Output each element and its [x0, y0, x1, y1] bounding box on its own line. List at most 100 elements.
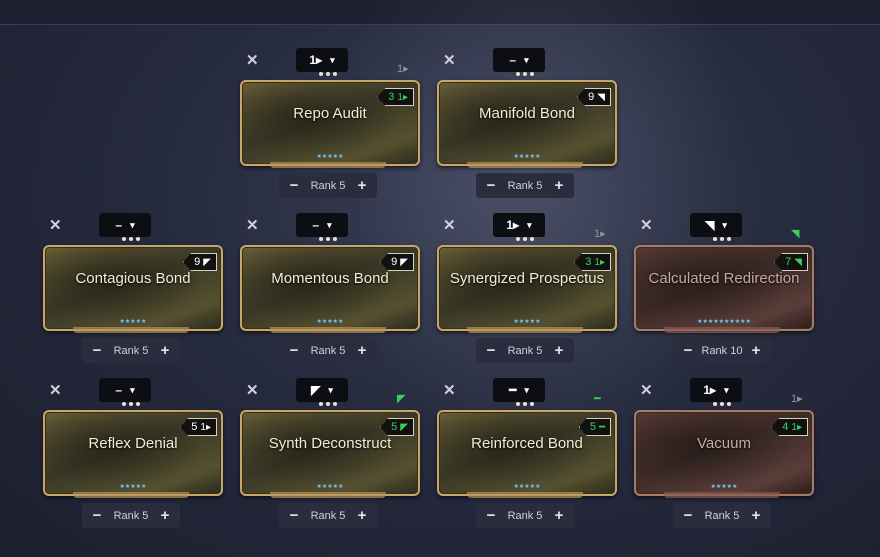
polarity-selector[interactable]: ━ ▾: [493, 378, 545, 402]
mod-card[interactable]: Contagious Bond 9 ◤ ★★★★★: [43, 245, 223, 331]
rank-label: Rank 5: [310, 509, 346, 522]
slot-polarity-icon: 1▸: [397, 63, 409, 75]
polarity-selector[interactable]: 1▸ ▾: [493, 213, 545, 237]
rank-down-button[interactable]: −: [287, 507, 301, 524]
chevron-down-icon: ▾: [328, 384, 333, 395]
card-base: [73, 492, 189, 498]
mod-slot: ✕ – ▾ Reflex Denial 5 1▸ ★★★★★ − Rank 5 …: [43, 378, 223, 528]
rank-control: − Rank 5 +: [82, 338, 180, 363]
rank-down-button[interactable]: −: [484, 507, 498, 524]
drain-value: 3: [388, 91, 395, 103]
mod-card[interactable]: Repo Audit 3 1▸ ★★★★★: [240, 80, 420, 166]
mod-card[interactable]: Reflex Denial 5 1▸ ★★★★★: [43, 410, 223, 496]
drain-polarity-icon: ◥: [794, 256, 802, 268]
polarity-selector[interactable]: – ▾: [296, 213, 348, 237]
rank-stars: ★★★★★: [316, 319, 344, 325]
rank-up-button[interactable]: +: [552, 342, 566, 359]
polarity-icon: ◥: [705, 218, 715, 232]
rank-down-button[interactable]: −: [484, 342, 498, 359]
rank-label: Rank 5: [113, 344, 149, 357]
rank-up-button[interactable]: +: [552, 507, 566, 524]
chevron-down-icon: ▾: [130, 219, 135, 230]
rank-control: − Rank 5 +: [279, 503, 377, 528]
rank-control: − Rank 5 +: [279, 338, 377, 363]
rank-up-button[interactable]: +: [158, 507, 172, 524]
card-base: [73, 327, 189, 333]
remove-mod-button[interactable]: ✕: [49, 383, 62, 398]
remove-mod-button[interactable]: ✕: [443, 383, 456, 398]
rank-label: Rank 10: [701, 344, 743, 357]
slot-dots: [316, 72, 340, 78]
remove-mod-button[interactable]: ✕: [640, 218, 653, 233]
remove-mod-button[interactable]: ✕: [246, 383, 259, 398]
card-base: [270, 327, 386, 333]
rank-up-button[interactable]: +: [355, 507, 369, 524]
rank-control: − Rank 5 +: [476, 338, 574, 363]
remove-mod-button[interactable]: ✕: [49, 218, 62, 233]
slot-dots: [119, 402, 143, 408]
slot-polarity-icon: 1▸: [791, 393, 803, 405]
remove-mod-button[interactable]: ✕: [443, 218, 456, 233]
mod-card[interactable]: Manifold Bond 9 ◥ ★★★★★: [437, 80, 617, 166]
rank-stars: ★★★★★: [513, 154, 541, 160]
polarity-icon: 1▸: [309, 53, 323, 67]
mod-slot: ✕ 1▸ ▾ 1▸ Synergized Prospectus 3 1▸ ★★★…: [437, 213, 617, 363]
polarity-selector[interactable]: – ▾: [493, 48, 545, 72]
rank-down-button[interactable]: −: [681, 342, 695, 359]
rank-down-button[interactable]: −: [287, 177, 301, 194]
rank-stars: ★★★★★: [710, 484, 738, 490]
rank-control: − Rank 10 +: [673, 338, 771, 363]
polarity-selector[interactable]: 1▸ ▾: [690, 378, 742, 402]
mod-card[interactable]: Vacuum 4 1▸ ★★★★★: [634, 410, 814, 496]
mod-slot: ✕ ◥ ▾ ◥ Calculated Redirection 7 ◥ ★★★★★…: [634, 213, 814, 363]
drain-polarity-icon: ◥: [597, 91, 605, 103]
remove-mod-button[interactable]: ✕: [246, 53, 259, 68]
mod-card[interactable]: Synergized Prospectus 3 1▸ ★★★★★: [437, 245, 617, 331]
rank-down-button[interactable]: −: [681, 507, 695, 524]
rank-label: Rank 5: [507, 509, 543, 522]
drain-value: 5: [589, 421, 596, 433]
polarity-icon: –: [312, 218, 320, 232]
drain-value: 3: [585, 256, 592, 268]
remove-mod-button[interactable]: ✕: [443, 53, 456, 68]
polarity-selector[interactable]: 1▸ ▾: [296, 48, 348, 72]
rank-label: Rank 5: [310, 344, 346, 357]
remove-mod-button[interactable]: ✕: [246, 218, 259, 233]
chevron-down-icon: ▾: [524, 384, 529, 395]
slot-dots: [513, 402, 537, 408]
mod-card[interactable]: Calculated Redirection 7 ◥ ★★★★★★★★★★: [634, 245, 814, 331]
rank-label: Rank 5: [113, 509, 149, 522]
rank-up-button[interactable]: +: [749, 507, 763, 524]
card-base: [467, 492, 583, 498]
polarity-selector[interactable]: ◥ ▾: [690, 213, 742, 237]
polarity-icon: 1▸: [506, 218, 520, 232]
slot-dots: [316, 402, 340, 408]
card-base: [270, 492, 386, 498]
rank-down-button[interactable]: −: [90, 507, 104, 524]
rank-control: − Rank 5 +: [279, 173, 377, 198]
polarity-icon: 1▸: [703, 383, 717, 397]
card-base: [270, 162, 386, 168]
chevron-down-icon: ▾: [130, 384, 135, 395]
polarity-selector[interactable]: ◤ ▾: [296, 378, 348, 402]
slot-polarity-icon: ◥: [791, 228, 800, 240]
rank-up-button[interactable]: +: [749, 342, 763, 359]
rank-up-button[interactable]: +: [552, 177, 566, 194]
mod-card[interactable]: Synth Deconstruct 5 ◤ ★★★★★: [240, 410, 420, 496]
rank-down-button[interactable]: −: [484, 177, 498, 194]
mod-card[interactable]: Reinforced Bond 5 ━ ★★★★★: [437, 410, 617, 496]
rank-up-button[interactable]: +: [158, 342, 172, 359]
drain-polarity-icon: ◤: [400, 421, 408, 433]
mod-card[interactable]: Momentous Bond 9 ◤ ★★★★★: [240, 245, 420, 331]
polarity-selector[interactable]: – ▾: [99, 378, 151, 402]
remove-mod-button[interactable]: ✕: [640, 383, 653, 398]
rank-label: Rank 5: [704, 509, 740, 522]
drain-polarity-icon: 1▸: [791, 421, 802, 433]
rank-up-button[interactable]: +: [355, 342, 369, 359]
rank-down-button[interactable]: −: [90, 342, 104, 359]
mod-slot: ✕ – ▾ Momentous Bond 9 ◤ ★★★★★ − Rank 5 …: [240, 213, 420, 363]
rank-down-button[interactable]: −: [287, 342, 301, 359]
polarity-selector[interactable]: – ▾: [99, 213, 151, 237]
rank-up-button[interactable]: +: [355, 177, 369, 194]
drain-polarity-icon: ━: [598, 421, 605, 433]
